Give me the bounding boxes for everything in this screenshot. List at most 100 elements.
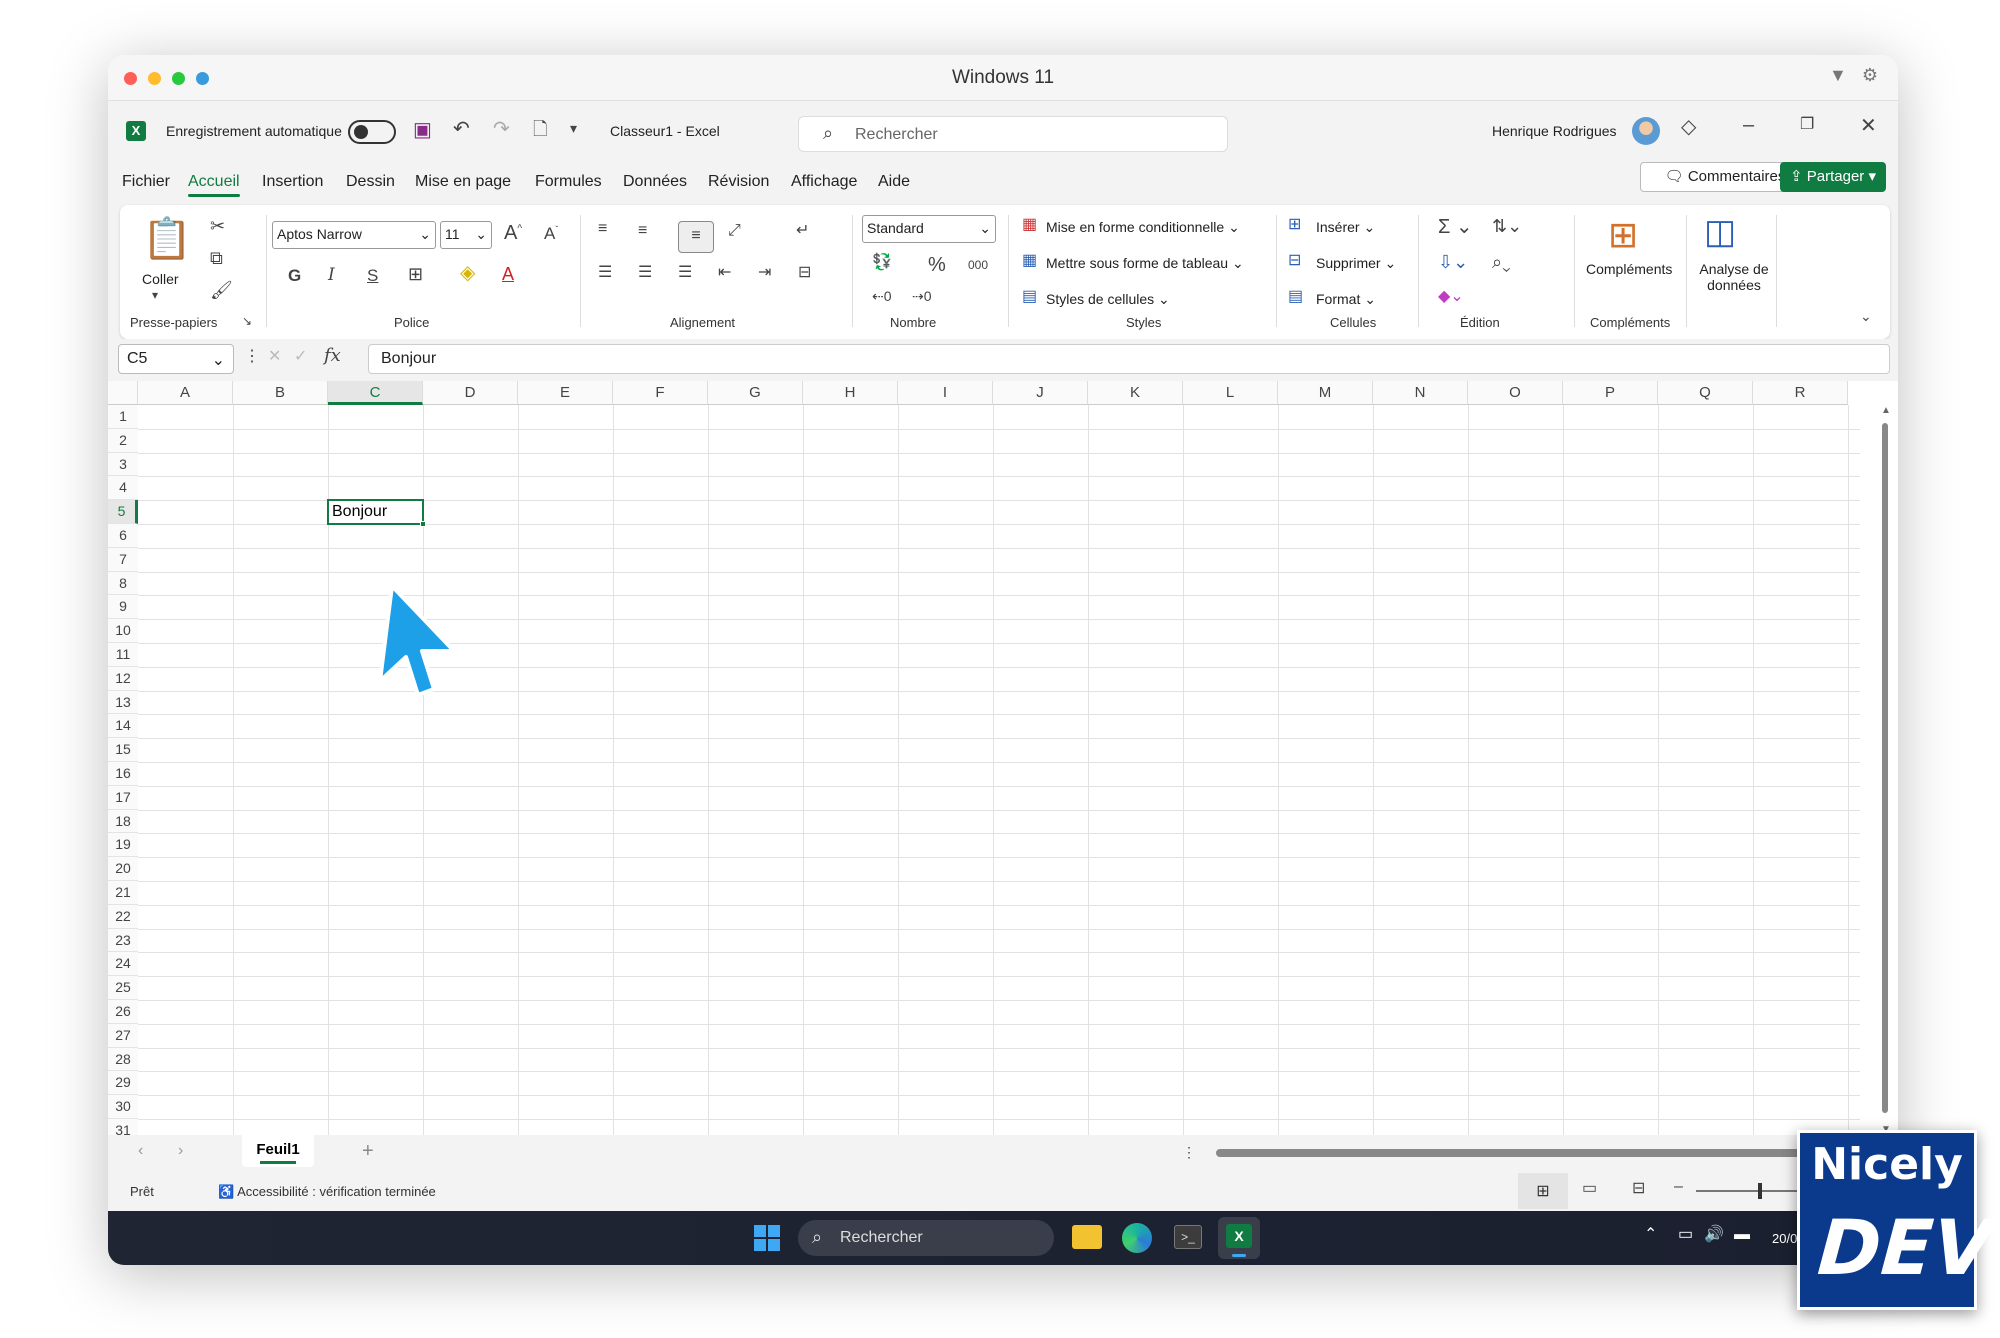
thousands-button[interactable]: 000 bbox=[968, 259, 988, 271]
orientation-icon[interactable]: ⤢ bbox=[728, 223, 741, 239]
format-as-table-button[interactable]: Mettre sous forme de tableau ⌄ bbox=[1046, 255, 1244, 272]
horizontal-scrollbar[interactable] bbox=[1216, 1149, 1898, 1157]
vertical-scrollbar[interactable]: ▲▼ bbox=[1878, 405, 1892, 1135]
row-header-28[interactable]: 28 bbox=[108, 1047, 138, 1072]
row-header-20[interactable]: 20 bbox=[108, 857, 138, 881]
row-header-23[interactable]: 23 bbox=[108, 928, 138, 953]
row-header-6[interactable]: 6 bbox=[108, 524, 138, 548]
column-header-b[interactable]: B bbox=[233, 381, 328, 405]
align-center-icon[interactable]: ☰ bbox=[638, 265, 652, 281]
decrease-font-icon[interactable]: Aˇ bbox=[544, 225, 558, 242]
cell-styles-icon[interactable]: ▤ bbox=[1022, 289, 1037, 305]
paste-label[interactable]: Coller bbox=[142, 271, 179, 287]
minimize-icon[interactable]: – bbox=[1743, 115, 1754, 135]
select-all-corner[interactable] bbox=[108, 381, 138, 405]
normal-view-button[interactable]: ⊞ bbox=[1518, 1173, 1568, 1209]
clipboard-launcher-icon[interactable]: ↘ bbox=[242, 315, 252, 327]
new-file-icon[interactable]: 🗋 bbox=[533, 120, 547, 138]
more-icon[interactable]: ⋮ bbox=[244, 349, 260, 365]
number-format-select[interactable]: Standard ⌄ bbox=[862, 215, 996, 243]
chevron-up-icon[interactable]: ⌃ bbox=[1644, 1227, 1657, 1243]
row-header-2[interactable]: 2 bbox=[108, 428, 138, 453]
analyze-data-button[interactable]: Analyse de données bbox=[1696, 261, 1772, 293]
align-top-icon[interactable]: ≡ bbox=[598, 221, 607, 237]
addins-icon[interactable]: ⊞ bbox=[1608, 217, 1638, 253]
restore-icon[interactable]: ❐ bbox=[1800, 117, 1814, 133]
column-header-e[interactable]: E bbox=[518, 381, 613, 405]
paste-icon[interactable]: 📋 bbox=[142, 219, 192, 259]
tab-dessin[interactable]: Dessin bbox=[346, 173, 395, 191]
delete-cells-icon[interactable]: ⊟ bbox=[1288, 253, 1301, 269]
terminal-icon[interactable]: >_ bbox=[1174, 1225, 1202, 1249]
row-header-4[interactable]: 4 bbox=[108, 476, 138, 501]
add-sheet-icon[interactable]: + bbox=[362, 1141, 374, 1161]
decrease-decimal-icon[interactable]: ⇢0 bbox=[912, 289, 932, 303]
row-header-31[interactable]: 31 bbox=[108, 1119, 138, 1135]
tab-affichage[interactable]: Affichage bbox=[791, 173, 857, 191]
tab-revision[interactable]: Révision bbox=[708, 173, 769, 191]
conditional-format-icon[interactable]: ▦ bbox=[1022, 217, 1037, 233]
row-header-13[interactable]: 13 bbox=[108, 690, 138, 715]
prev-sheet-icon[interactable]: ‹ bbox=[138, 1143, 143, 1159]
row-header-22[interactable]: 22 bbox=[108, 904, 138, 929]
row-header-24[interactable]: 24 bbox=[108, 952, 138, 977]
align-right-icon[interactable]: ☰ bbox=[678, 265, 692, 281]
sort-filter-icon[interactable]: ⇅⌄ bbox=[1492, 217, 1522, 235]
autosum-icon[interactable]: Σ ⌄ bbox=[1438, 217, 1473, 237]
dropdown-icon[interactable]: ▼ bbox=[1829, 65, 1847, 85]
row-header-7[interactable]: 7 bbox=[108, 547, 138, 572]
search-box[interactable]: ⌕ Rechercher bbox=[798, 116, 1228, 152]
column-header-p[interactable]: P bbox=[1563, 381, 1658, 405]
next-sheet-icon[interactable]: › bbox=[178, 1143, 183, 1159]
format-button[interactable]: Format ⌄ bbox=[1316, 291, 1376, 308]
increase-font-icon[interactable]: A^ bbox=[504, 223, 522, 243]
accessibility-status[interactable]: ♿ Accessibilité : vérification terminée bbox=[218, 1184, 436, 1200]
sheet-menu-icon[interactable]: ⋮ bbox=[1182, 1145, 1196, 1159]
gear-icon[interactable]: ⚙ bbox=[1862, 65, 1878, 85]
increase-decimal-icon[interactable]: ⇠0 bbox=[872, 289, 892, 303]
file-explorer-icon[interactable] bbox=[1072, 1225, 1102, 1249]
underline-button[interactable]: S bbox=[367, 267, 378, 284]
align-left-icon[interactable]: ☰ bbox=[598, 265, 612, 281]
windows-start-icon[interactable] bbox=[754, 1225, 780, 1251]
percent-button[interactable]: % bbox=[928, 255, 946, 275]
column-header-o[interactable]: O bbox=[1468, 381, 1563, 405]
italic-button[interactable]: I bbox=[328, 267, 335, 284]
column-header-i[interactable]: I bbox=[898, 381, 993, 405]
find-select-icon[interactable]: ⌕⌄ bbox=[1492, 253, 1511, 271]
clear-icon[interactable]: ◆⌄ bbox=[1438, 289, 1464, 305]
column-header-h[interactable]: H bbox=[803, 381, 898, 405]
volume-icon[interactable]: 🔊 bbox=[1704, 1227, 1724, 1243]
page-break-view-icon[interactable]: ⊟ bbox=[1632, 1181, 1645, 1197]
formula-input[interactable]: Bonjour bbox=[368, 344, 1890, 374]
column-header-j[interactable]: J bbox=[993, 381, 1088, 405]
font-size-select[interactable]: 11 ⌄ bbox=[440, 221, 492, 249]
conditional-format-button[interactable]: Mise en forme conditionnelle ⌄ bbox=[1046, 219, 1240, 236]
column-header-f[interactable]: F bbox=[613, 381, 708, 405]
format-painter-icon[interactable]: 🖌 bbox=[210, 281, 233, 299]
column-header-q[interactable]: Q bbox=[1658, 381, 1753, 405]
row-header-15[interactable]: 15 bbox=[108, 738, 138, 762]
row-header-10[interactable]: 10 bbox=[108, 619, 138, 643]
copy-icon[interactable]: ⧉ bbox=[210, 249, 223, 267]
borders-icon[interactable]: ⊞ bbox=[408, 265, 423, 283]
row-header-11[interactable]: 11 bbox=[108, 643, 138, 667]
edge-icon[interactable] bbox=[1122, 1223, 1152, 1253]
delete-button[interactable]: Supprimer ⌄ bbox=[1316, 255, 1396, 272]
font-name-select[interactable]: Aptos Narrow ⌄ bbox=[272, 221, 436, 249]
undo-icon[interactable]: ↶ bbox=[453, 119, 470, 139]
row-header-3[interactable]: 3 bbox=[108, 452, 138, 477]
column-header-g[interactable]: G bbox=[708, 381, 803, 405]
column-header-r[interactable]: R bbox=[1753, 381, 1848, 405]
tab-insertion[interactable]: Insertion bbox=[262, 173, 323, 191]
row-header-1[interactable]: 1 bbox=[108, 405, 138, 429]
row-header-5[interactable]: 5 bbox=[108, 500, 138, 524]
row-header-17[interactable]: 17 bbox=[108, 785, 138, 810]
column-header-k[interactable]: K bbox=[1088, 381, 1183, 405]
font-color-icon[interactable]: A bbox=[502, 265, 514, 283]
row-header-14[interactable]: 14 bbox=[108, 714, 138, 739]
network-icon[interactable]: ▭ bbox=[1678, 1227, 1693, 1243]
column-header-c[interactable]: C bbox=[328, 381, 423, 405]
sheet-tab[interactable]: Feuil1 bbox=[242, 1135, 314, 1167]
merge-center-icon[interactable]: ⊟ bbox=[798, 265, 811, 281]
